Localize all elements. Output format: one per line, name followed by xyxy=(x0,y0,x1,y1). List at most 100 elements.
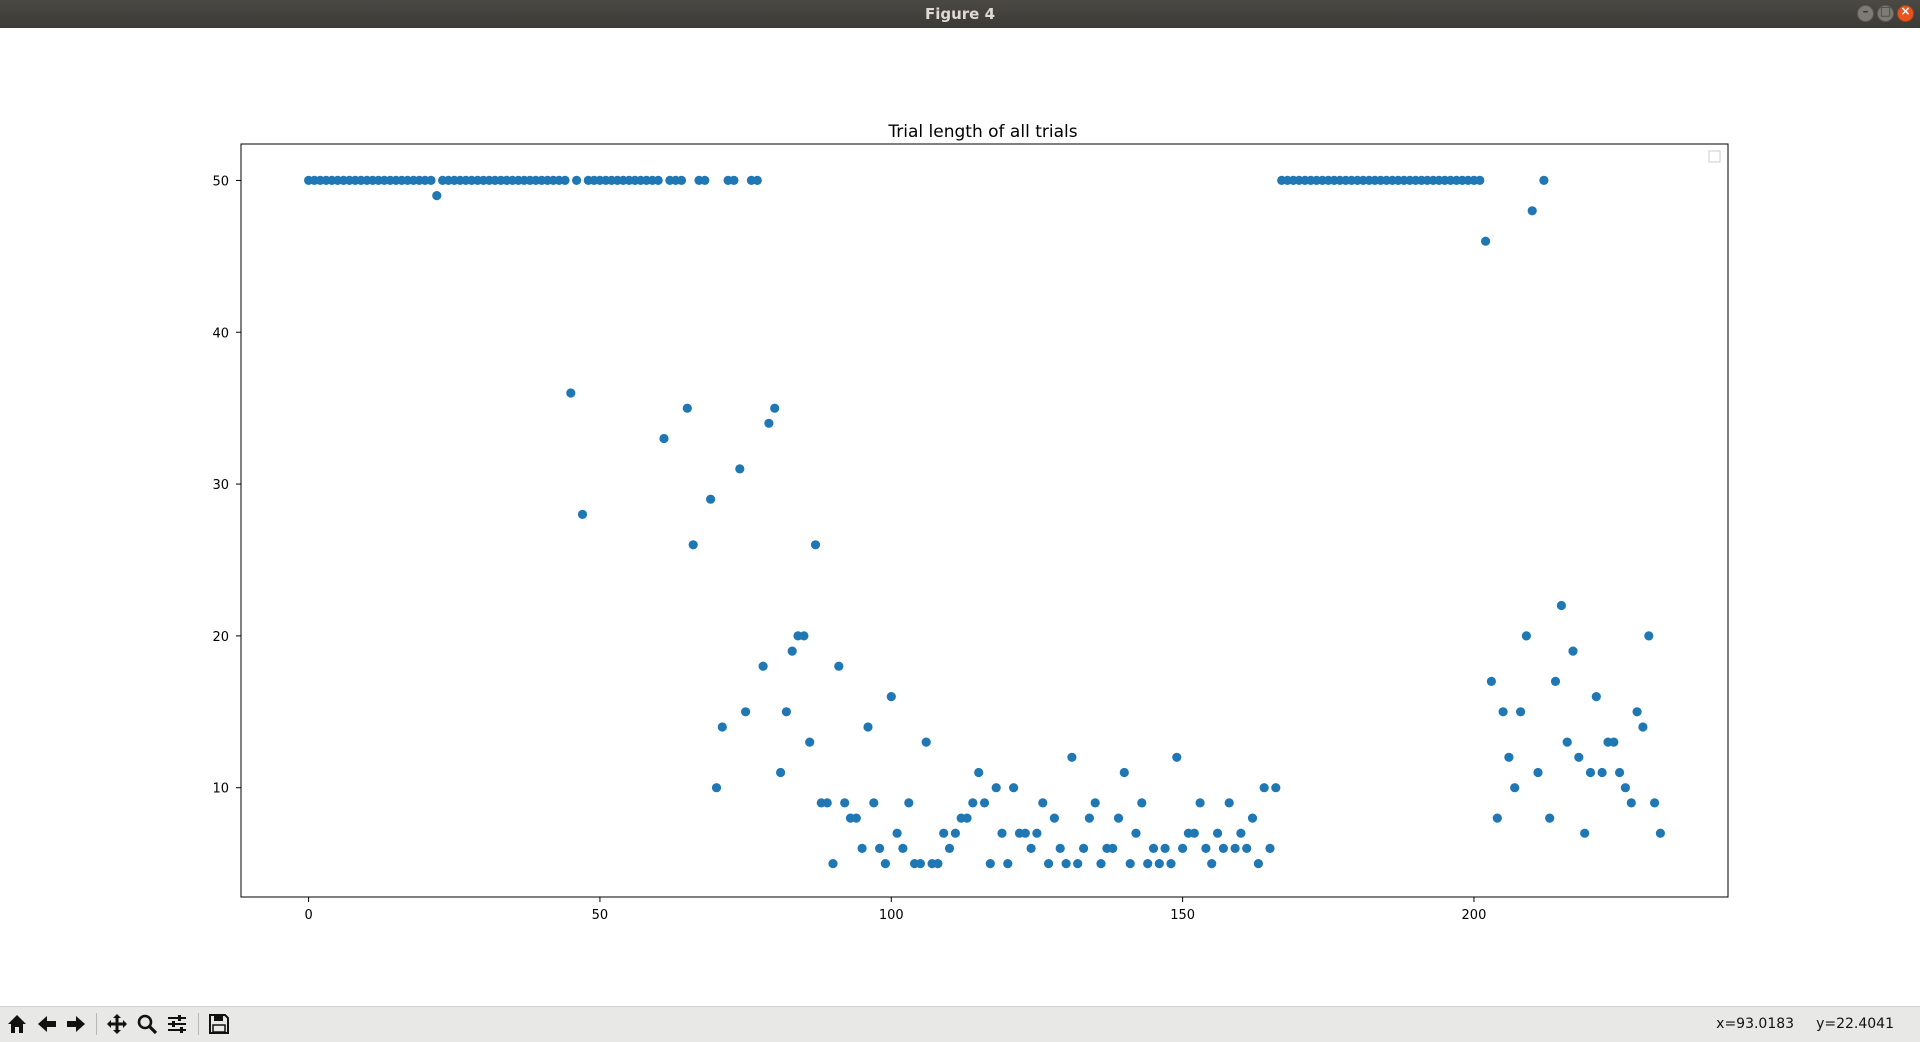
data-point xyxy=(1632,707,1642,717)
plot-frame xyxy=(240,143,1729,898)
data-point xyxy=(1539,175,1549,185)
data-point xyxy=(572,175,582,185)
data-point xyxy=(834,661,844,671)
data-point xyxy=(991,783,1001,793)
data-point xyxy=(1213,828,1223,838)
data-point xyxy=(1113,813,1124,823)
data-point xyxy=(1545,813,1555,823)
save-button[interactable] xyxy=(206,1011,232,1037)
home-icon xyxy=(8,1015,26,1033)
data-point xyxy=(1253,859,1263,869)
figure-canvas[interactable]: Trial length of all trials 0 50 100 150 200 1… xyxy=(0,28,1920,1006)
configure-subplots-icon xyxy=(168,1015,186,1033)
data-point xyxy=(1032,828,1042,838)
data-point xyxy=(997,828,1007,838)
x-tick-label: 0 xyxy=(304,908,312,923)
data-point xyxy=(1049,813,1059,823)
coord-y: y=22.4041 xyxy=(1816,1016,1894,1032)
zoom-button[interactable] xyxy=(134,1011,160,1037)
back-button[interactable] xyxy=(34,1011,60,1037)
minimize-icon: – xyxy=(1862,4,1869,18)
pan-icon xyxy=(107,1014,127,1034)
home-button[interactable] xyxy=(4,1011,30,1037)
data-point xyxy=(822,798,832,808)
x-tick-label: 200 xyxy=(1462,908,1487,923)
data-point xyxy=(1003,859,1013,869)
data-point xyxy=(1247,813,1258,823)
forward-arrow-icon xyxy=(67,1016,85,1032)
x-tick-label: 100 xyxy=(879,908,904,923)
data-point xyxy=(1265,843,1275,854)
y-tick-label: 50 xyxy=(212,174,229,189)
data-point xyxy=(1550,676,1561,687)
data-point xyxy=(840,798,850,808)
data-point xyxy=(1615,767,1625,778)
data-point xyxy=(1574,752,1584,762)
data-point xyxy=(1061,859,1071,869)
close-button[interactable]: × xyxy=(1897,4,1914,22)
data-point xyxy=(1055,843,1065,854)
x-tick-label: 50 xyxy=(592,908,609,923)
data-point xyxy=(787,646,797,656)
forward-button[interactable] xyxy=(63,1011,89,1037)
data-point xyxy=(1137,798,1147,808)
data-point xyxy=(1626,798,1636,808)
data-point xyxy=(962,813,972,823)
data-point xyxy=(560,175,570,185)
pan-button[interactable] xyxy=(104,1011,130,1037)
data-point xyxy=(1492,813,1502,823)
data-point xyxy=(974,767,984,778)
data-point xyxy=(1655,828,1665,838)
data-point xyxy=(566,388,576,398)
data-point xyxy=(426,175,436,185)
data-point xyxy=(752,175,762,185)
data-point xyxy=(1143,859,1153,869)
data-point xyxy=(1242,843,1252,854)
data-point xyxy=(1271,783,1281,793)
chart-title: Trial length of all trials xyxy=(887,122,1077,142)
y-tick-label: 40 xyxy=(212,326,229,341)
y-tick-label: 30 xyxy=(212,478,229,493)
data-point xyxy=(1207,859,1217,869)
window-titlebar[interactable]: Figure 4 – □ × xyxy=(0,0,1920,28)
maximize-button[interactable]: □ xyxy=(1877,4,1894,22)
data-point xyxy=(921,737,931,747)
data-point xyxy=(1562,737,1572,747)
save-icon xyxy=(209,1014,229,1034)
minimize-button[interactable]: – xyxy=(1857,4,1874,22)
legend-box xyxy=(1708,150,1721,163)
data-point xyxy=(1516,707,1526,717)
configure-subplots-button[interactable] xyxy=(164,1011,190,1037)
data-point xyxy=(898,843,908,854)
data-point xyxy=(1160,843,1170,854)
back-arrow-icon xyxy=(38,1016,56,1032)
data-point xyxy=(1096,859,1106,869)
data-point xyxy=(880,859,891,869)
data-point xyxy=(1020,828,1030,838)
data-point xyxy=(1521,631,1531,641)
data-point xyxy=(729,175,739,185)
data-point xyxy=(653,175,663,185)
close-icon: × xyxy=(1900,4,1911,18)
data-point xyxy=(688,540,698,550)
data-point xyxy=(1148,843,1159,854)
data-point xyxy=(1568,646,1578,656)
data-point xyxy=(851,813,861,823)
data-point xyxy=(886,692,896,702)
data-point xyxy=(950,828,961,838)
data-point xyxy=(577,509,588,519)
data-point xyxy=(857,843,867,854)
data-point xyxy=(659,433,669,444)
data-point xyxy=(1475,175,1485,185)
data-point xyxy=(1620,783,1630,793)
data-point xyxy=(432,191,442,201)
data-point xyxy=(1166,859,1176,869)
data-point xyxy=(764,418,774,428)
data-point xyxy=(1044,859,1054,869)
data-point xyxy=(869,798,879,808)
data-point xyxy=(863,722,873,732)
data-point xyxy=(799,631,809,641)
data-point xyxy=(1585,767,1596,778)
data-point xyxy=(1644,631,1654,641)
y-tick-label: 20 xyxy=(212,630,229,645)
